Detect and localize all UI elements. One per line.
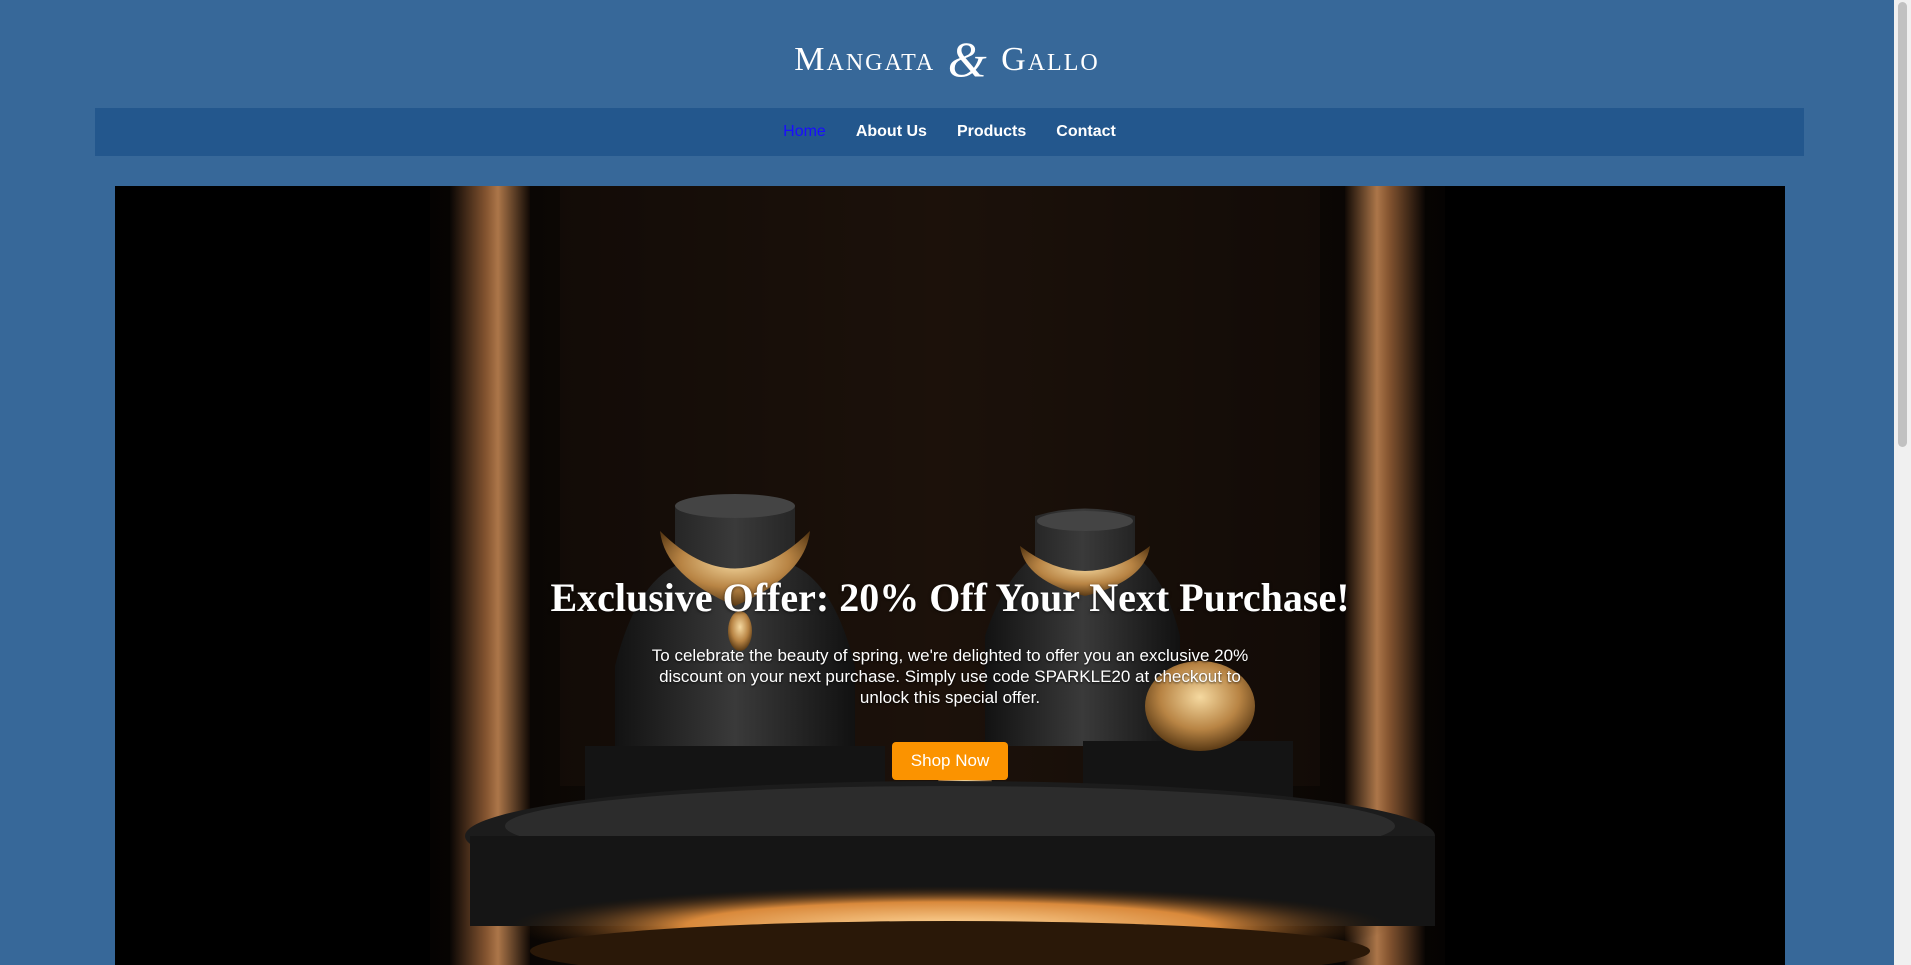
page: Mangata & Gallo Home About Us Products C… — [0, 0, 1894, 965]
nav-link-contact[interactable]: Contact — [1056, 123, 1116, 141]
shop-now-button[interactable]: Shop Now — [891, 742, 1009, 780]
logo-ampersand: & — [947, 31, 989, 87]
nav-link-about-us[interactable]: About Us — [856, 123, 927, 141]
hero-content: Exclusive Offer: 20% Off Your Next Purch… — [115, 574, 1785, 780]
main-navigation: Home About Us Products Contact — [95, 108, 1804, 156]
logo-text-right: Gallo — [1001, 41, 1100, 78]
scrollbar-thumb[interactable] — [1898, 2, 1907, 447]
hero-banner: Exclusive Offer: 20% Off Your Next Purch… — [115, 186, 1785, 965]
nav-link-home[interactable]: Home — [783, 123, 826, 141]
nav-link-products[interactable]: Products — [957, 123, 1026, 141]
hero-title: Exclusive Offer: 20% Off Your Next Purch… — [550, 575, 1350, 620]
hero-description: To celebrate the beauty of spring, we're… — [651, 646, 1249, 707]
site-logo[interactable]: Mangata & Gallo — [0, 30, 1894, 88]
logo-text-left: Mangata — [794, 41, 936, 78]
vertical-scrollbar[interactable] — [1894, 0, 1911, 965]
